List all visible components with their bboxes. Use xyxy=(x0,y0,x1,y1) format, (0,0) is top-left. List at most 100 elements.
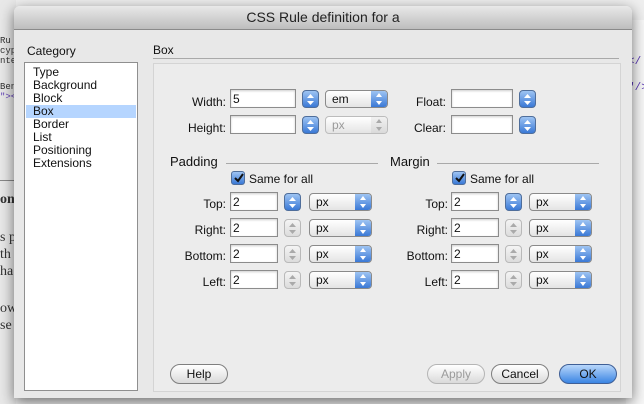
stepper-arrows-icon xyxy=(510,197,517,208)
bg-code-fragment: Ru xyxy=(0,36,11,46)
padding-top-label: Top: xyxy=(203,197,226,211)
stepper-arrows-icon xyxy=(510,275,517,286)
padding-bottom-unit: px xyxy=(316,247,329,261)
stepper-arrows-icon xyxy=(307,120,314,131)
height-stepper[interactable] xyxy=(302,116,319,134)
padding-same-checkbox[interactable] xyxy=(231,171,245,185)
height-unit-select: px xyxy=(325,116,388,134)
select-arrow-icon xyxy=(355,246,371,262)
padding-top-stepper[interactable] xyxy=(284,193,301,211)
stepper-arrows-icon xyxy=(289,197,296,208)
padding-right-unit: px xyxy=(316,221,329,235)
cancel-button[interactable]: Cancel xyxy=(491,364,549,384)
padding-bottom-stepper xyxy=(284,245,301,263)
margin-title: Margin xyxy=(390,154,430,169)
margin-bottom-unit: px xyxy=(536,247,549,261)
help-button[interactable]: Help xyxy=(170,364,228,384)
clear-label: Clear: xyxy=(413,121,446,135)
width-unit-select[interactable]: em xyxy=(325,90,388,108)
width-unit-value: em xyxy=(332,92,349,106)
height-unit-value: px xyxy=(332,118,345,132)
box-panel: Width: 5 em Height: px Float: Clear: Pad… xyxy=(153,63,621,392)
margin-bottom-input: 2 xyxy=(451,244,499,263)
margin-left-unit: px xyxy=(536,273,549,287)
margin-top-label: Top: xyxy=(425,197,448,211)
select-arrow-icon xyxy=(355,220,371,236)
bg-text-fragment: on xyxy=(0,192,15,207)
padding-left-unit: px xyxy=(316,273,329,287)
margin-right-stepper xyxy=(505,219,522,237)
select-arrow-icon xyxy=(575,246,591,262)
stepper-arrows-icon xyxy=(289,223,296,234)
clear-input[interactable] xyxy=(451,115,513,134)
margin-left-stepper xyxy=(505,271,522,289)
category-list: Type Background Block Box Border List Po… xyxy=(24,62,138,391)
margin-right-unit: px xyxy=(536,221,549,235)
stepper-arrows-icon xyxy=(510,249,517,260)
padding-right-label: Right: xyxy=(194,223,226,237)
margin-bottom-unit-select[interactable]: px xyxy=(529,245,592,263)
padding-top-unit: px xyxy=(316,195,329,209)
margin-same-checkbox[interactable] xyxy=(452,171,466,185)
padding-left-stepper xyxy=(284,271,301,289)
margin-right-input: 2 xyxy=(451,218,499,237)
padding-same-label: Same for all xyxy=(249,172,314,186)
width-input[interactable]: 5 xyxy=(230,89,296,108)
padding-top-input[interactable]: 2 xyxy=(230,192,278,211)
stepper-arrows-icon xyxy=(289,249,296,260)
bg-text-fragment: ha xyxy=(0,264,14,279)
padding-bottom-input: 2 xyxy=(230,244,278,263)
bg-text-fragment: th xyxy=(0,247,11,262)
height-input[interactable] xyxy=(230,115,296,134)
clear-dropdown[interactable] xyxy=(519,116,536,134)
apply-button: Apply xyxy=(427,364,485,384)
margin-left-unit-select[interactable]: px xyxy=(529,271,592,289)
checkmark-icon xyxy=(455,173,465,183)
margin-right-label: Right: xyxy=(416,223,448,237)
padding-right-stepper xyxy=(284,219,301,237)
padding-bottom-unit-select[interactable]: px xyxy=(309,245,372,263)
height-label: Height: xyxy=(187,121,226,135)
padding-top-unit-select[interactable]: px xyxy=(309,193,372,211)
width-label: Width: xyxy=(191,95,226,109)
margin-left-label: Left: xyxy=(424,275,448,289)
margin-divider xyxy=(437,163,599,164)
checkmark-icon xyxy=(234,173,244,183)
category-heading: Category xyxy=(27,44,76,58)
select-arrow-icon xyxy=(371,117,387,133)
margin-top-unit-select[interactable]: px xyxy=(529,193,592,211)
dropdown-arrows-icon xyxy=(524,94,531,105)
padding-right-input: 2 xyxy=(230,218,278,237)
padding-left-input: 2 xyxy=(230,270,278,289)
select-arrow-icon xyxy=(575,194,591,210)
margin-same-label: Same for all xyxy=(470,172,535,186)
panel-title: Box xyxy=(153,43,174,57)
width-stepper[interactable] xyxy=(302,90,319,108)
margin-right-unit-select[interactable]: px xyxy=(529,219,592,237)
margin-bottom-label: Bottom: xyxy=(406,249,448,263)
stepper-arrows-icon xyxy=(307,94,314,105)
category-item-extensions[interactable]: Extensions xyxy=(26,157,136,170)
select-arrow-icon xyxy=(355,194,371,210)
css-rule-dialog: CSS Rule definition for a Category Box T… xyxy=(14,6,632,398)
dropdown-arrows-icon xyxy=(524,120,531,131)
padding-divider xyxy=(226,163,378,164)
title-divider xyxy=(153,58,619,59)
padding-right-unit-select[interactable]: px xyxy=(309,219,372,237)
margin-top-stepper[interactable] xyxy=(505,193,522,211)
float-input[interactable] xyxy=(451,89,513,108)
select-arrow-icon xyxy=(371,91,387,107)
padding-bottom-label: Bottom: xyxy=(184,249,226,263)
margin-bottom-stepper xyxy=(505,245,522,263)
select-arrow-icon xyxy=(575,220,591,236)
float-label: Float: xyxy=(415,95,446,109)
float-dropdown[interactable] xyxy=(519,90,536,108)
bg-text-fragment: se xyxy=(0,318,12,333)
padding-left-unit-select[interactable]: px xyxy=(309,271,372,289)
margin-top-unit: px xyxy=(536,195,549,209)
margin-left-input: 2 xyxy=(451,270,499,289)
margin-top-input[interactable]: 2 xyxy=(451,192,499,211)
ok-button[interactable]: OK xyxy=(559,364,617,384)
select-arrow-icon xyxy=(575,272,591,288)
dialog-title: CSS Rule definition for a xyxy=(14,6,632,30)
